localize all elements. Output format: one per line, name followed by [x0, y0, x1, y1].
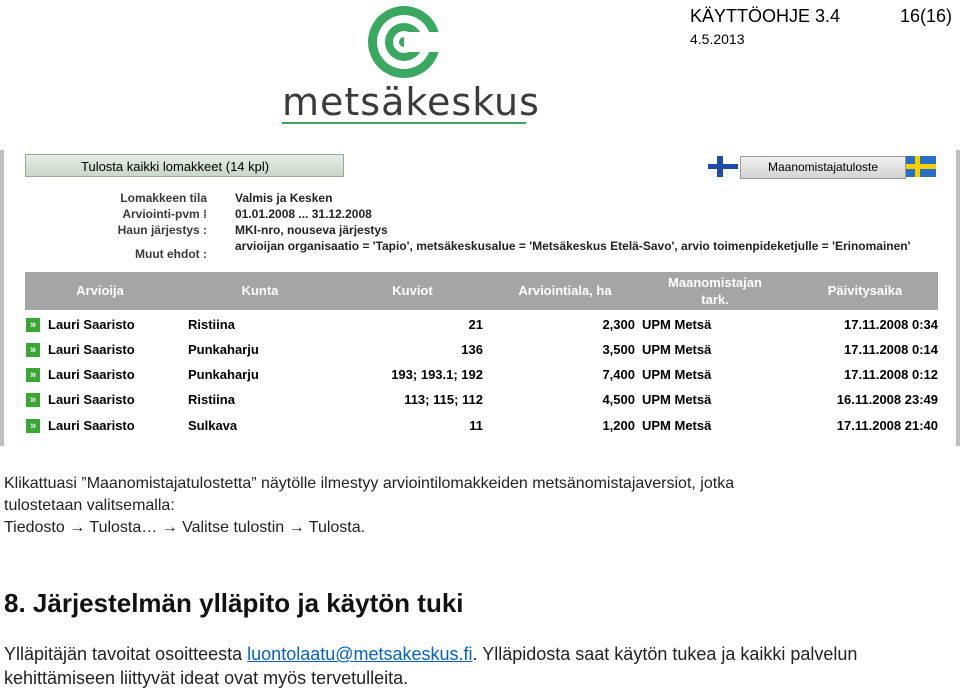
meta-value-date: 01.01.2008 ... 31.12.2008	[235, 207, 372, 221]
cell-ala: 4,500	[602, 392, 635, 407]
cell-ala: 3,500	[602, 342, 635, 357]
right-arrow-icon: →	[69, 519, 90, 536]
print-all-button[interactable]: Tulosta kaikki lomakkeet (14 kpl)	[25, 154, 344, 177]
open-form-arrow-icon[interactable]: »	[26, 318, 40, 332]
land-owner-printout-button[interactable]: Maanomistajatuloste	[740, 156, 906, 179]
meta-value-other: arvioijan organisaatio = 'Tapio', metsäk…	[235, 239, 911, 253]
column-header-arviointiala[interactable]: Arviointiala, ha	[495, 283, 635, 298]
document-title: KÄYTTÖOHJE 3.4	[690, 6, 841, 26]
cell-aika: 16.11.2008 23:49	[836, 392, 938, 407]
column-header-kunta[interactable]: Kunta	[215, 283, 305, 298]
table-row[interactable]: » Lauri Saaristo Punkaharju 136 3,500 UP…	[25, 340, 938, 360]
logo-underline	[282, 122, 526, 124]
caption-line-1: Klikattuasi ”Maanomistajatulostetta” näy…	[4, 475, 735, 492]
cell-arvioija: Lauri Saaristo	[48, 342, 135, 357]
table-row[interactable]: » Lauri Saaristo Sulkava 11 1,200 UPM Me…	[25, 416, 938, 436]
screenshot-border-right	[956, 150, 960, 446]
right-arrow-icon: →	[288, 519, 309, 536]
cell-arvioija: Lauri Saaristo	[48, 367, 135, 382]
cell-kunta: Punkaharju	[188, 367, 259, 382]
cell-ala: 2,300	[602, 317, 635, 332]
finnish-flag-icon[interactable]	[708, 156, 738, 177]
open-form-arrow-icon[interactable]: »	[26, 343, 40, 357]
cell-aika: 17.11.2008 21:40	[836, 418, 938, 433]
cell-aika: 17.11.2008 0:12	[844, 367, 938, 382]
column-header-kuviot[interactable]: Kuviot	[365, 283, 460, 298]
table-row[interactable]: » Lauri Saaristo Ristiina 21 2,300 UPM M…	[25, 315, 938, 335]
table-row[interactable]: » Lauri Saaristo Ristiina 113; 115; 112 …	[25, 390, 938, 410]
section-heading: 8. Järjestelmän ylläpito ja käytön tuki	[4, 588, 464, 618]
open-form-arrow-icon[interactable]: »	[26, 368, 40, 382]
cell-kunta: Punkaharju	[188, 342, 259, 357]
cell-arvioija: Lauri Saaristo	[48, 392, 135, 407]
table-header: Arvioija Kunta Kuviot Arviointiala, ha M…	[25, 272, 938, 310]
cell-maanomistaja: UPM Metsä	[642, 367, 712, 382]
embedded-screenshot: Tulosta kaikki lomakkeet (14 kpl) Maanom…	[0, 150, 960, 446]
column-header-paivitysaika[interactable]: Päivitysaika	[805, 283, 925, 298]
right-arrow-icon: →	[161, 519, 183, 536]
path-step-file: Tiedosto	[4, 519, 65, 536]
logo-icon	[368, 6, 442, 78]
cell-aika: 17.11.2008 0:14	[844, 342, 938, 357]
cell-ala: 1,200	[602, 418, 635, 433]
cell-maanomistaja: UPM Metsä	[642, 342, 712, 357]
open-form-arrow-icon[interactable]: »	[26, 393, 40, 407]
section-paragraph: Ylläpitäjän tavoitat osoitteesta luontol…	[4, 642, 954, 690]
document-date: 4.5.2013	[690, 31, 745, 47]
meta-value-order: MKI-nro, nouseva järjestys	[235, 223, 388, 237]
cell-maanomistaja: UPM Metsä	[642, 317, 712, 332]
cell-maanomistaja: UPM Metsä	[642, 418, 712, 433]
support-email-link[interactable]: luontolaatu@metsakeskus.fi	[247, 644, 472, 664]
caption-paragraph: Klikattuasi ”Maanomistajatulostetta” näy…	[4, 473, 944, 539]
meta-label-order: Haun järjestys :	[117, 223, 207, 237]
swedish-flag-icon[interactable]	[906, 156, 936, 177]
section-line-2: kehittämiseen liittyvät ideat ovat myös …	[4, 668, 409, 688]
cell-kunta: Sulkava	[188, 418, 238, 433]
cell-aika: 17.11.2008 0:34	[844, 317, 938, 332]
cell-arvioija: Lauri Saaristo	[48, 418, 135, 433]
caption-path: Tiedosto → Tulosta… → Valitse tulostin →…	[4, 517, 944, 539]
caption-line-2: tulostetaan valitsemalla:	[4, 497, 175, 514]
path-step-confirm: Tulosta.	[308, 519, 366, 536]
cell-kuviot: 136	[461, 342, 483, 357]
screenshot-border-left	[0, 150, 4, 446]
cell-maanomistaja: UPM Metsä	[642, 392, 712, 407]
section-text-after: . Ylläpidosta saat käytön tukea ja kaikk…	[472, 644, 858, 664]
section-line-1: Ylläpitäjän tavoitat osoitteesta luontol…	[4, 642, 954, 666]
cell-arvioija: Lauri Saaristo	[48, 317, 135, 332]
meta-label-date: Arviointi-pvm :	[122, 207, 207, 221]
logo-wordmark: metsäkeskus	[282, 80, 540, 124]
section-text-before: Ylläpitäjän tavoitat osoitteesta	[4, 644, 248, 664]
cell-kuviot: 11	[469, 418, 483, 433]
column-header-arvioija[interactable]: Arvioija	[45, 283, 155, 298]
cell-kunta: Ristiina	[188, 392, 235, 407]
cell-kuviot: 21	[468, 317, 483, 332]
table-row[interactable]: » Lauri Saaristo Punkaharju 193; 193.1; …	[25, 365, 938, 385]
meta-label-other: Muut ehdot :	[135, 247, 207, 261]
path-step-print: Tulosta…	[89, 519, 158, 536]
cell-ala: 7,400	[602, 367, 635, 382]
open-form-arrow-icon[interactable]: »	[26, 419, 40, 433]
page-number: 16(16)	[899, 6, 952, 26]
meta-value-status: Valmis ja Kesken	[235, 191, 333, 205]
cell-kuviot: 113; 115; 112	[404, 392, 483, 407]
column-header-maanomistaja[interactable]: Maanomistajan tark.	[655, 274, 775, 308]
path-step-select-printer: Valitse tulostin	[182, 519, 285, 536]
cell-kuviot: 193; 193.1; 192	[391, 367, 483, 382]
cell-kunta: Ristiina	[188, 317, 235, 332]
